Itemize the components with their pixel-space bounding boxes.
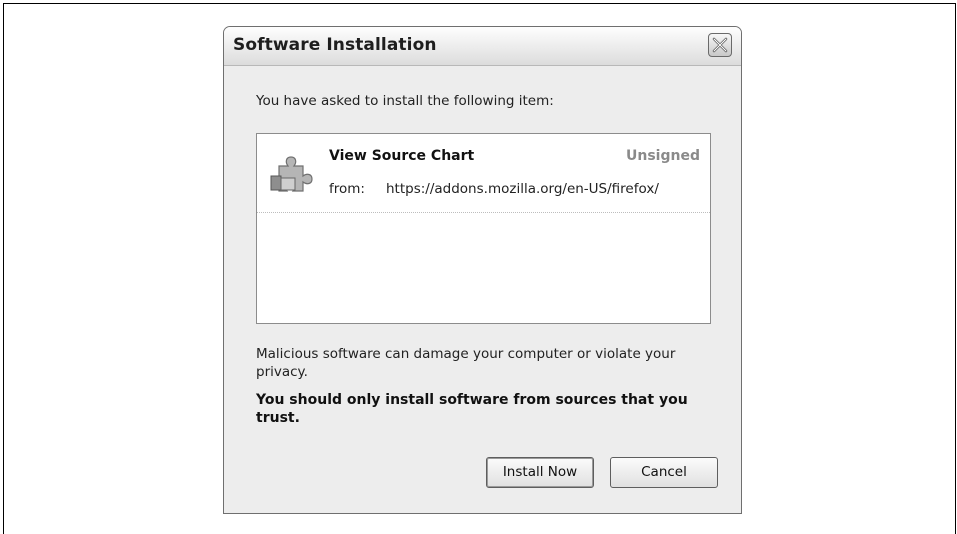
warning-text: Malicious software can damage your compu… <box>256 346 676 380</box>
install-item-list[interactable]: View Source Chart Unsigned from: https:/… <box>256 133 711 324</box>
warning-bold-text: You should only install software from so… <box>256 392 688 426</box>
list-item[interactable]: View Source Chart Unsigned from: https:/… <box>257 134 710 213</box>
status-badge: Unsigned <box>626 148 700 164</box>
cancel-button[interactable]: Cancel <box>610 457 718 488</box>
software-installation-dialog: Software Installation You have asked to … <box>223 26 742 514</box>
dialog-titlebar: Software Installation <box>224 27 741 66</box>
intro-text: You have asked to install the following … <box>256 93 554 109</box>
install-now-button[interactable]: Install Now <box>486 457 594 488</box>
item-name: View Source Chart <box>329 148 475 164</box>
close-button[interactable] <box>708 33 732 57</box>
close-icon <box>712 37 728 53</box>
puzzle-piece-icon <box>270 156 313 192</box>
item-from-label: from: <box>329 181 365 197</box>
dialog-title: Software Installation <box>233 35 437 55</box>
item-source-url: https://addons.mozilla.org/en-US/firefox… <box>386 181 659 197</box>
